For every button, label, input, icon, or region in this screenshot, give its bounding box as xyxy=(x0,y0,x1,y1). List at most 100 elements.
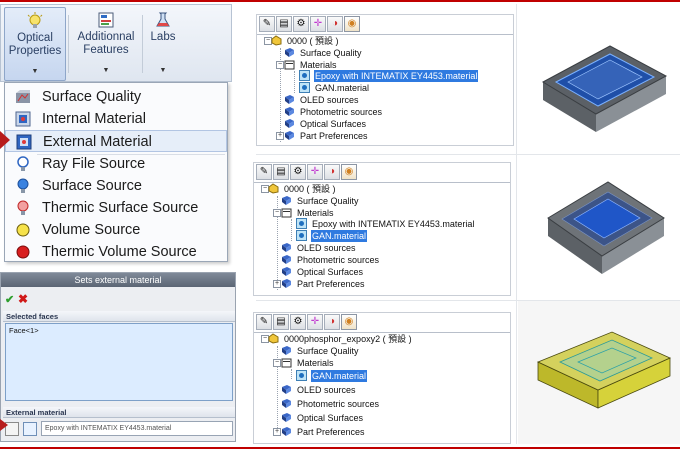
tab-configuration-manager[interactable]: ⚙ xyxy=(290,314,306,330)
tab-dimxpert[interactable]: ✛ xyxy=(310,16,326,32)
book-icon xyxy=(285,95,294,104)
tab-feature-manager[interactable]: ✎ xyxy=(256,314,272,330)
additional-features-label-2: Features xyxy=(83,44,129,56)
book-icon xyxy=(282,267,291,276)
book-icon xyxy=(282,346,291,355)
tree-item-label: Epoxy with INTEMATIX EY4453.material xyxy=(314,70,479,82)
model-render-1[interactable] xyxy=(518,4,680,150)
menu-item-thermic-surface-source[interactable]: Thermic Surface Source xyxy=(5,197,227,219)
menu-item-internal-material[interactable]: Internal Material xyxy=(5,108,227,130)
tree-item-label: Optical Surfaces xyxy=(297,267,364,277)
tree-item-label: Photometric sources xyxy=(300,107,383,117)
tab-configuration-manager[interactable]: ⚙ xyxy=(290,164,306,180)
expand-part-preferences-icon[interactable]: + xyxy=(273,280,281,288)
tab-configuration-manager[interactable]: ⚙ xyxy=(293,16,309,32)
internal-material-icon xyxy=(15,111,31,127)
part-icon xyxy=(271,35,282,46)
surface-source-icon xyxy=(17,178,29,193)
expand-part-preferences-icon[interactable]: + xyxy=(276,132,284,140)
menu-item-label: Volume Source xyxy=(42,222,141,238)
menu-item-volume-source[interactable]: Volume Source xyxy=(5,219,227,241)
menu-item-label: Thermic Surface Source xyxy=(42,200,199,216)
collapse-materials-icon[interactable]: − xyxy=(273,359,281,367)
part-icon xyxy=(268,183,279,194)
folder-icon xyxy=(284,60,295,70)
tab-dimxpert[interactable]: ✛ xyxy=(307,164,323,180)
menu-item-thermic-volume-source[interactable]: Thermic Volume Source xyxy=(5,241,227,263)
optical-properties-label-1: Optical xyxy=(17,32,53,44)
menu-item-surface-source[interactable]: Surface Source xyxy=(5,175,227,197)
tab-display-manager[interactable]: ◑ xyxy=(327,16,343,32)
selected-faces-list[interactable]: Face<1> xyxy=(5,323,233,401)
section-divider xyxy=(256,154,680,155)
book-icon xyxy=(282,279,291,288)
menu-item-surface-quality[interactable]: Surface Quality xyxy=(5,86,227,108)
book-icon xyxy=(282,399,291,408)
sets-external-material-panel: Sets external material ✔ ✖ Selected face… xyxy=(0,272,236,442)
external-material-row: Epoxy with INTEMATIX EY4453.material xyxy=(3,420,235,438)
dropdown-arrow-icon[interactable]: ▼ xyxy=(143,64,183,77)
menu-item-external-material[interactable]: External Material xyxy=(5,130,227,152)
ok-check-icon[interactable]: ✔ xyxy=(5,293,14,306)
collapse-materials-icon[interactable]: − xyxy=(273,209,281,217)
tab-dimxpert[interactable]: ✛ xyxy=(307,314,323,330)
tree-item-label: Photometric sources xyxy=(297,399,380,409)
tree-item-label: OLED sources xyxy=(300,95,359,105)
tab-optical-manager[interactable]: ◉ xyxy=(341,314,357,330)
thermic-surface-source-icon xyxy=(17,200,29,215)
expand-part-preferences-icon[interactable]: + xyxy=(273,428,281,436)
material-icon xyxy=(296,370,307,381)
model-render-3[interactable] xyxy=(518,300,680,444)
external-material-header: External material xyxy=(3,407,235,418)
menu-item-ray-file-source[interactable]: Ray File Source xyxy=(5,153,227,175)
ray-file-source-icon xyxy=(17,156,29,171)
tab-property-manager[interactable]: ▤ xyxy=(273,314,289,330)
tab-property-manager[interactable]: ▤ xyxy=(273,164,289,180)
phosphor-epoxy-render xyxy=(536,331,671,409)
additional-features-icon xyxy=(98,12,114,28)
tab-optical-manager[interactable]: ◉ xyxy=(344,16,360,32)
book-icon xyxy=(285,48,294,57)
tab-feature-manager[interactable]: ✎ xyxy=(256,164,272,180)
volume-source-icon xyxy=(16,223,30,237)
led-package-render-epoxy-selected xyxy=(541,45,668,132)
book-icon xyxy=(282,427,291,436)
menu-item-label: External Material xyxy=(43,134,152,150)
tree-item-label: GAN.material xyxy=(311,230,368,242)
tree-item-label: OLED sources xyxy=(297,385,356,395)
tab-feature-manager[interactable]: ✎ xyxy=(259,16,275,32)
book-icon xyxy=(282,413,291,422)
tab-display-manager[interactable]: ◑ xyxy=(324,164,340,180)
tree-root-label: 0000 ( 預設 ) xyxy=(287,36,339,46)
external-material-field[interactable]: Epoxy with INTEMATIX EY4453.material xyxy=(41,421,233,436)
tab-property-manager[interactable]: ▤ xyxy=(276,16,292,32)
tree-guide xyxy=(291,219,292,241)
tree-item-label: Surface Quality xyxy=(300,48,362,58)
additional-features-button[interactable]: Additionnal Features ▼ xyxy=(71,7,141,81)
tree-item-label: OLED sources xyxy=(297,243,356,253)
dropdown-arrow-icon[interactable]: ▼ xyxy=(5,65,65,78)
additional-features-label-1: Additionnal xyxy=(77,31,135,43)
selected-face-item[interactable]: Face<1> xyxy=(9,326,39,335)
cancel-x-icon[interactable]: ✖ xyxy=(18,292,28,306)
optical-properties-button[interactable]: Optical Properties ▼ xyxy=(4,7,66,81)
tab-optical-manager[interactable]: ◉ xyxy=(341,164,357,180)
model-render-2[interactable] xyxy=(518,156,680,296)
ribbon-divider xyxy=(68,15,69,73)
material-icon xyxy=(296,230,307,241)
thermic-volume-source-icon xyxy=(16,245,30,259)
dropdown-arrow-icon[interactable]: ▼ xyxy=(71,64,141,77)
menu-item-label: Surface Source xyxy=(42,178,142,194)
tree-root-label: 0000phosphor_expoxy2 ( 預設 ) xyxy=(284,334,412,344)
labs-button[interactable]: Labs ▼ xyxy=(143,7,183,81)
pointer-arrow-icon xyxy=(0,419,8,431)
book-icon xyxy=(282,243,291,252)
menu-item-label: Ray File Source xyxy=(42,156,146,172)
book-icon xyxy=(282,196,291,205)
material-library-icon[interactable] xyxy=(23,422,37,436)
tree-item-label: Surface Quality xyxy=(297,196,359,206)
collapse-materials-icon[interactable]: − xyxy=(276,61,284,69)
tree-item-label: Materials xyxy=(297,358,334,368)
menu-item-label: Surface Quality xyxy=(42,89,142,105)
tab-display-manager[interactable]: ◑ xyxy=(324,314,340,330)
